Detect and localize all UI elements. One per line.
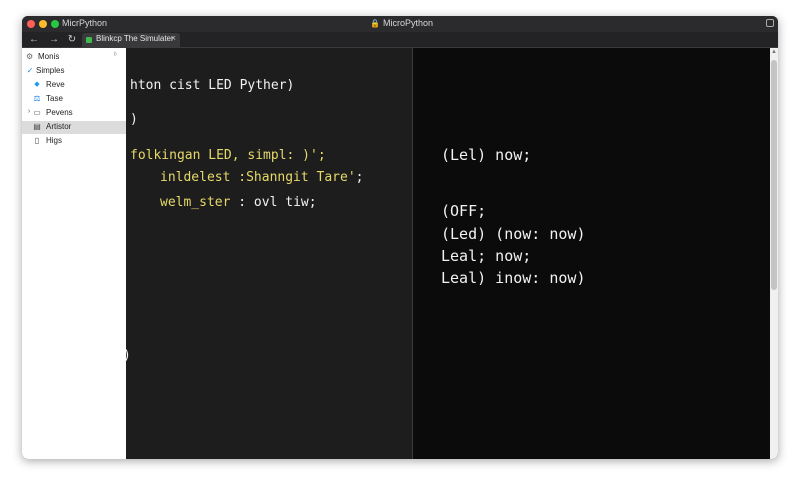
forward-icon[interactable]: → bbox=[48, 32, 60, 48]
reload-icon[interactable]: ↻ bbox=[66, 32, 78, 48]
document-icon: ▯ bbox=[34, 136, 40, 145]
sidebar-item-tase[interactable]: ⚖ Tase bbox=[22, 93, 126, 106]
window-controls bbox=[27, 20, 59, 28]
code-token: welm_ster bbox=[160, 195, 231, 210]
collapse-sidebar-icon[interactable]: ᵇ bbox=[114, 52, 117, 59]
maximize-window-button[interactable] bbox=[51, 20, 59, 28]
back-icon[interactable]: ← bbox=[28, 32, 40, 48]
output-line: (OFF; bbox=[441, 202, 487, 220]
check-icon: ✓ bbox=[26, 66, 34, 75]
sidebar-item-artistor[interactable]: ▤ Artistor bbox=[22, 121, 126, 134]
sidebar-item-pevens[interactable]: › ▭ Pevens bbox=[22, 107, 126, 120]
window-title: 🔒 MicroPython bbox=[370, 18, 433, 28]
tab-blink-simulator[interactable]: Blinkcp The Simulater × bbox=[82, 33, 180, 47]
window-menu-button[interactable] bbox=[766, 19, 774, 27]
output-line: Leal; now; bbox=[441, 247, 532, 265]
toolbar: ← → ↻ Blinkcp The Simulater × bbox=[22, 32, 778, 48]
sidebar: ⚙ Monis ᵇ ✓ Simples ◆ Reve ⚖ Tase › ▭ Pe… bbox=[22, 48, 126, 459]
output-line: (Lel) now; bbox=[441, 146, 532, 164]
sidebar-item-label: Reve bbox=[46, 80, 65, 89]
scale-icon: ⚖ bbox=[33, 94, 41, 103]
vertical-scrollbar[interactable]: ▲ bbox=[770, 48, 778, 459]
code-line: ) bbox=[123, 348, 131, 363]
scroll-up-icon[interactable]: ▲ bbox=[771, 49, 777, 55]
sidebar-item-label: Pevens bbox=[46, 108, 73, 117]
folder-icon: ▭ bbox=[33, 108, 41, 117]
app-title: MicrPython bbox=[62, 18, 108, 28]
table-icon: ▤ bbox=[33, 122, 41, 131]
sidebar-item-reve[interactable]: ◆ Reve bbox=[22, 79, 126, 92]
scrollbar-thumb[interactable] bbox=[771, 60, 777, 290]
app-window: MicrPython 🔒 MicroPython ← → ↻ Blinkcp Th… bbox=[22, 16, 778, 459]
minimize-window-button[interactable] bbox=[39, 20, 47, 28]
sidebar-item-label: Higs bbox=[46, 136, 63, 145]
code-token: : ovl tiw; bbox=[230, 195, 317, 210]
sidebar-title: Monis bbox=[38, 52, 60, 61]
code-line: folkingan LED, simpl: )'; bbox=[130, 148, 326, 163]
tab-close-icon[interactable]: × bbox=[171, 33, 176, 43]
tab-label: Blinkcp The Simulater bbox=[96, 34, 174, 43]
code-line: ) bbox=[130, 112, 138, 127]
title-bar: MicrPython 🔒 MicroPython bbox=[22, 16, 778, 32]
output-console: (Lel) now; (OFF; (Led) (now: now) Leal; … bbox=[413, 48, 770, 459]
sidebar-item-label: Tase bbox=[46, 94, 63, 103]
sidebar-item-label: Artistor bbox=[46, 122, 72, 131]
output-line: Leal) inow: now) bbox=[441, 269, 586, 287]
code-token: inldelest :Shanngit Tare' bbox=[160, 170, 356, 185]
sidebar-item-label: Simples bbox=[36, 66, 65, 75]
gear-icon[interactable]: ⚙ bbox=[26, 52, 33, 61]
output-line: (Led) (now: now) bbox=[441, 225, 586, 243]
bird-icon: ◆ bbox=[34, 81, 40, 88]
sidebar-item-higs[interactable]: ▯ Higs bbox=[22, 135, 126, 148]
code-line: inldelest :Shanngit Tare'; bbox=[160, 170, 364, 185]
code-line: welm_ster : ovl tiw; bbox=[160, 195, 317, 210]
window-title-text: MicroPython bbox=[382, 18, 433, 28]
code-editor[interactable]: hton cist LED Pyther) ) folkingan LED, s… bbox=[123, 48, 412, 459]
code-line: hton cist LED Pyther) bbox=[130, 78, 295, 93]
code-token: ; bbox=[355, 170, 364, 185]
close-window-button[interactable] bbox=[27, 20, 35, 28]
lock-icon: 🔒 bbox=[370, 19, 380, 28]
sidebar-item-simples[interactable]: ✓ Simples bbox=[22, 65, 126, 78]
tab-favicon-icon bbox=[86, 37, 92, 43]
